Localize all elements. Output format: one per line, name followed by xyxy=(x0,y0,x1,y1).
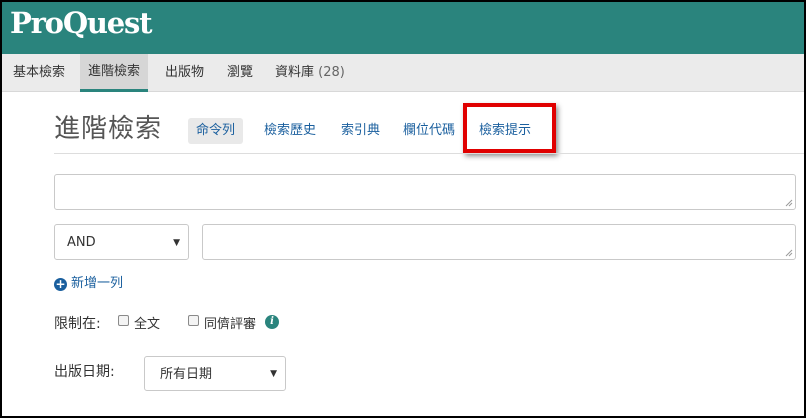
caret-down-icon: ▼ xyxy=(173,238,180,248)
main-nav: 基本檢索 進階檢索 出版物 瀏覽 資料庫 (28) xyxy=(2,54,804,92)
caret-down-icon: ▼ xyxy=(270,369,277,379)
info-icon[interactable]: i xyxy=(265,315,279,329)
nav-item-advanced-search[interactable]: 進階檢索 xyxy=(80,54,149,92)
window-frame: ProQuest 基本檢索 進階檢索 出版物 瀏覽 資料庫 (28) 進階檢索 … xyxy=(0,0,806,418)
tab-search-history[interactable]: 檢索歷史 xyxy=(264,118,316,144)
publication-date-value: 所有日期 xyxy=(160,367,213,382)
nav-item-databases[interactable]: 資料庫 (28) xyxy=(267,54,353,92)
plus-circle-icon: + xyxy=(54,277,67,291)
nav-item-publications[interactable]: 出版物 xyxy=(157,54,212,92)
full-text-label[interactable]: 全文 xyxy=(134,313,160,332)
publication-date-select[interactable]: 所有日期 ▼ xyxy=(144,356,286,391)
proquest-logo[interactable]: ProQuest xyxy=(10,6,153,40)
tab-command-line[interactable]: 命令列 xyxy=(188,118,244,144)
add-row-link[interactable]: + 新增一列 xyxy=(54,272,124,291)
peer-reviewed-checkbox[interactable] xyxy=(188,315,199,326)
search-input-row-1[interactable] xyxy=(54,174,796,210)
nav-item-databases-label: 資料庫 xyxy=(275,65,315,80)
app-header: ProQuest xyxy=(2,2,804,54)
peer-reviewed-label[interactable]: 同儕評審 xyxy=(204,313,256,332)
full-text-checkbox[interactable] xyxy=(118,315,129,326)
nav-item-basic-search[interactable]: 基本檢索 xyxy=(5,54,73,92)
tab-field-codes[interactable]: 欄位代碼 xyxy=(403,118,455,144)
operator-value: AND xyxy=(67,235,96,250)
tabs-divider xyxy=(54,153,804,154)
resize-grip-icon[interactable] xyxy=(785,199,793,207)
page-title: 進階檢索 xyxy=(54,114,163,144)
add-row-label: 新增一列 xyxy=(71,276,124,291)
publication-date-label: 出版日期: xyxy=(54,364,115,380)
database-count: (28) xyxy=(318,65,345,80)
search-input-row-2[interactable] xyxy=(202,224,796,260)
limit-label: 限制在: xyxy=(54,316,101,332)
resize-grip-icon[interactable] xyxy=(785,249,793,257)
nav-item-browse[interactable]: 瀏覽 xyxy=(219,54,261,92)
tab-thesaurus[interactable]: 索引典 xyxy=(341,118,380,144)
boolean-operator-select[interactable]: AND ▼ xyxy=(54,224,189,260)
search-tips-highlight xyxy=(463,103,556,153)
